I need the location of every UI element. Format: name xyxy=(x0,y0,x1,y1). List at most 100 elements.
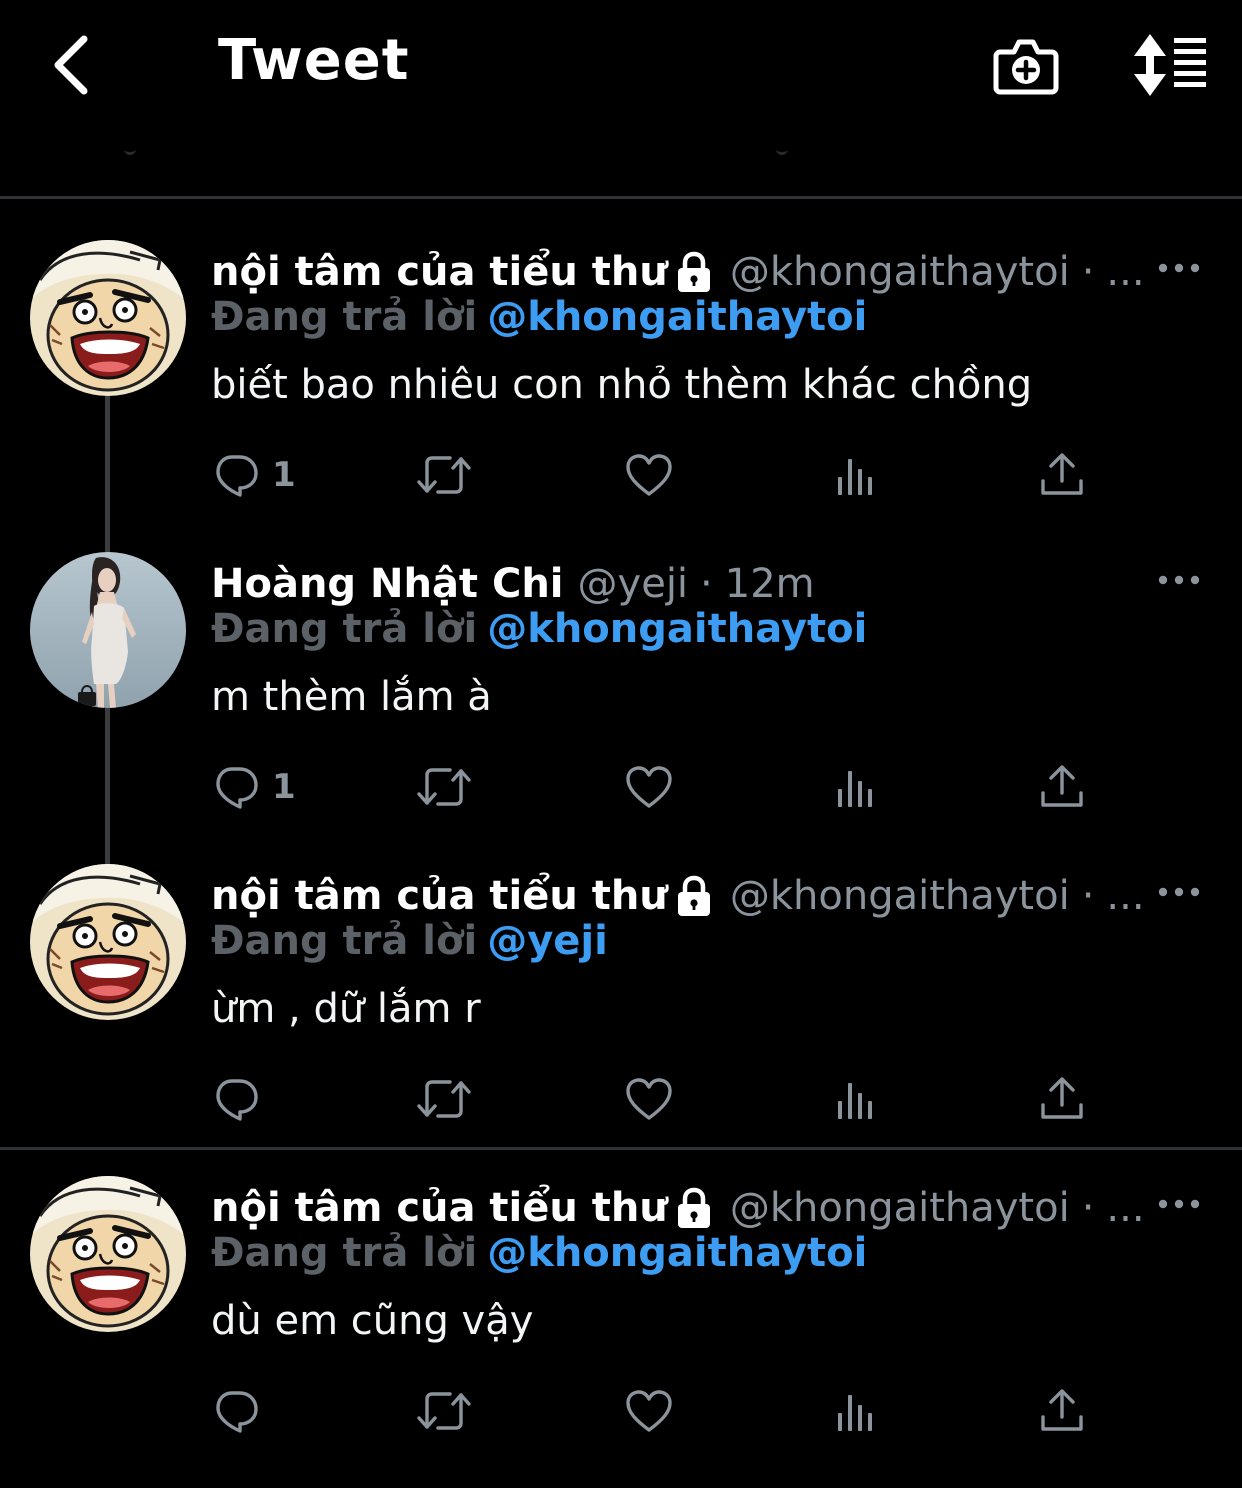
reply-button[interactable] xyxy=(212,1386,272,1436)
views-button[interactable] xyxy=(834,762,878,812)
avatar[interactable] xyxy=(30,240,186,396)
separator-dot: · xyxy=(700,561,713,607)
retweet-button[interactable] xyxy=(416,1074,472,1124)
lock-icon xyxy=(674,1186,714,1230)
views-chart-icon xyxy=(834,763,878,811)
heart-icon xyxy=(624,763,674,811)
separator-dot: · xyxy=(1081,873,1095,919)
display-name[interactable]: nội tâm của tiểu thư xyxy=(211,249,668,295)
sort-list-icon xyxy=(1134,34,1206,96)
tweet[interactable]: nội tâm của tiểu thư @khongaithaytoi · .… xyxy=(0,240,1242,552)
replying-to: Đang trả lời @khongaithaytoi xyxy=(211,606,867,652)
reply-icon xyxy=(212,451,260,499)
more-options-icon[interactable] xyxy=(1155,258,1203,278)
retweet-icon xyxy=(416,451,472,499)
retweet-icon xyxy=(416,1387,472,1435)
reply-button[interactable]: 1 xyxy=(212,450,296,500)
reply-icon xyxy=(212,1075,260,1123)
replying-to-label: Đang trả lời xyxy=(211,294,478,340)
tweet-header: nội tâm của tiểu thư @khongaithaytoi · .… xyxy=(211,868,1145,924)
views-chart-icon xyxy=(834,1387,878,1435)
replying-to: Đang trả lời @khongaithaytoi xyxy=(211,1230,867,1276)
header-divider xyxy=(0,196,1242,199)
views-button[interactable] xyxy=(834,1386,878,1436)
scroll-remnant-right xyxy=(776,138,788,155)
more-options-icon[interactable] xyxy=(1155,1194,1203,1214)
tweet[interactable]: nội tâm của tiểu thư @khongaithaytoi · .… xyxy=(0,1176,1242,1488)
handle[interactable]: @khongaithaytoi xyxy=(730,249,1070,295)
views-chart-icon xyxy=(834,1075,878,1123)
retweet-button[interactable] xyxy=(416,1386,472,1436)
reply-icon xyxy=(212,1387,260,1435)
separator-dot: · xyxy=(1081,249,1095,295)
like-button[interactable] xyxy=(624,1074,674,1124)
retweet-icon xyxy=(416,1075,472,1123)
more-options-icon[interactable] xyxy=(1155,570,1203,590)
heart-icon xyxy=(624,1387,674,1435)
tweet-divider xyxy=(0,1147,1242,1150)
views-button[interactable] xyxy=(834,1074,878,1124)
tweet-text: dù em cũng vậy xyxy=(211,1298,534,1344)
reply-mention-link[interactable]: @khongaithaytoi xyxy=(487,1230,867,1276)
display-name[interactable]: nội tâm của tiểu thư xyxy=(211,873,668,919)
share-button[interactable] xyxy=(1038,762,1086,812)
reply-mention-link[interactable]: @yeji xyxy=(487,918,608,964)
handle[interactable]: @khongaithaytoi xyxy=(730,873,1070,919)
tweet-text: m thèm lắm à xyxy=(211,674,492,720)
scroll-remnant-left xyxy=(124,138,136,155)
share-button[interactable] xyxy=(1038,1386,1086,1436)
share-icon xyxy=(1038,763,1086,811)
separator-dot: · xyxy=(1081,1185,1095,1231)
retweet-button[interactable] xyxy=(416,450,472,500)
views-chart-icon xyxy=(834,451,878,499)
replying-to: Đang trả lời @yeji xyxy=(211,918,608,964)
back-button[interactable] xyxy=(40,30,100,100)
replying-to-label: Đang trả lời xyxy=(211,918,478,964)
reply-mention-link[interactable]: @khongaithaytoi xyxy=(487,294,867,340)
handle[interactable]: @yeji xyxy=(578,561,689,607)
like-button[interactable] xyxy=(624,1386,674,1436)
camera-add-icon xyxy=(993,39,1059,95)
lock-icon xyxy=(674,874,714,918)
display-name[interactable]: nội tâm của tiểu thư xyxy=(211,1185,668,1231)
tweet[interactable]: Hoàng Nhật Chi @yeji · 12m Đang trả lời @… xyxy=(0,552,1242,864)
timestamp: ... xyxy=(1106,873,1145,919)
heart-icon xyxy=(624,1075,674,1123)
handle[interactable]: @khongaithaytoi xyxy=(730,1185,1070,1231)
heart-icon xyxy=(624,451,674,499)
camera-button[interactable] xyxy=(990,30,1062,102)
tweet-header: nội tâm của tiểu thư @khongaithaytoi · .… xyxy=(211,1180,1145,1236)
reply-button[interactable]: 1 xyxy=(212,762,296,812)
display-name[interactable]: Hoàng Nhật Chi xyxy=(211,561,564,607)
timestamp: ... xyxy=(1106,1185,1145,1231)
replying-to: Đang trả lời @khongaithaytoi xyxy=(211,294,867,340)
lock-icon xyxy=(674,250,714,294)
avatar[interactable] xyxy=(30,1176,186,1332)
replying-to-label: Đang trả lời xyxy=(211,1230,478,1276)
thread-line xyxy=(105,396,110,552)
replying-to-label: Đang trả lời xyxy=(211,606,478,652)
tweet[interactable]: nội tâm của tiểu thư @khongaithaytoi · .… xyxy=(0,864,1242,1176)
like-button[interactable] xyxy=(624,762,674,812)
reply-button[interactable] xyxy=(212,1074,272,1124)
page-title: Tweet xyxy=(218,28,410,93)
views-button[interactable] xyxy=(834,450,878,500)
share-icon xyxy=(1038,451,1086,499)
tweet-header: Hoàng Nhật Chi @yeji · 12m xyxy=(211,556,815,612)
avatar[interactable] xyxy=(30,864,186,1020)
share-button[interactable] xyxy=(1038,450,1086,500)
chevron-left-icon xyxy=(54,35,88,95)
top-bar: Tweet xyxy=(0,0,1242,130)
reply-icon xyxy=(212,763,260,811)
timestamp: ... xyxy=(1106,249,1145,295)
more-options-icon[interactable] xyxy=(1155,882,1203,902)
share-icon xyxy=(1038,1075,1086,1123)
share-button[interactable] xyxy=(1038,1074,1086,1124)
sort-button[interactable] xyxy=(1128,30,1212,100)
like-button[interactable] xyxy=(624,450,674,500)
reply-mention-link[interactable]: @khongaithaytoi xyxy=(487,606,867,652)
avatar[interactable] xyxy=(30,552,186,708)
reply-count: 1 xyxy=(272,455,296,495)
retweet-button[interactable] xyxy=(416,762,472,812)
thread-line xyxy=(105,708,110,864)
